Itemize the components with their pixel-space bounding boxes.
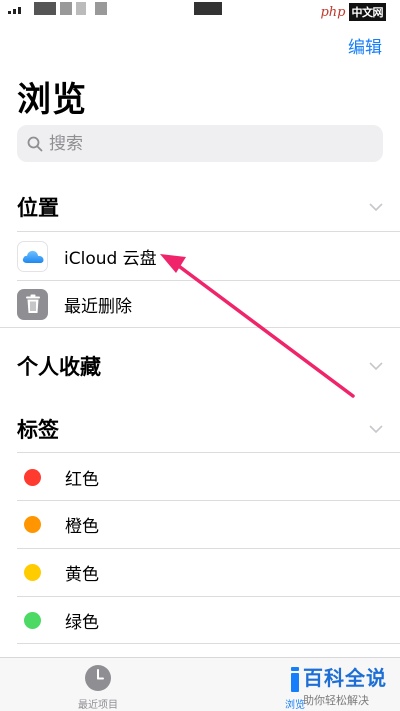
icloud-icon <box>17 240 48 272</box>
section-header-favorites[interactable]: 个人收藏 <box>17 343 383 389</box>
chevron-down-icon[interactable] <box>369 200 383 214</box>
watermark-php: php 中文网 <box>320 0 386 24</box>
blurred-carrier <box>95 2 107 15</box>
tab-recents[interactable]: 最近项目 <box>78 664 118 711</box>
list-item-label: 最近删除 <box>64 296 132 317</box>
tag-color-dot <box>24 563 41 581</box>
tag-item-green[interactable]: 绿色 <box>17 596 400 644</box>
tab-label: 浏览 <box>285 700 305 711</box>
watermark-title: 百科全说 <box>303 666 387 690</box>
search-input[interactable] <box>49 133 349 154</box>
list-item-label: iCloud 云盘 <box>64 248 157 269</box>
tag-color-dot <box>24 468 41 486</box>
watermark-baike: 百科全说 助你轻松解决 <box>303 662 387 708</box>
section-title-favorites: 个人收藏 <box>17 355 101 379</box>
tab-label: 最近项目 <box>78 700 118 711</box>
tag-label: 绿色 <box>65 612 99 633</box>
tag-item-red[interactable]: 红色 <box>17 453 400 501</box>
clock-icon <box>85 665 111 691</box>
tab-browse[interactable]: 浏览 <box>285 664 305 711</box>
trash-icon <box>17 288 48 320</box>
list-item-recently-deleted[interactable]: 最近删除 <box>17 280 400 328</box>
divider <box>17 643 400 644</box>
section-header-tags[interactable]: 标签 <box>17 406 383 452</box>
page-title: 浏览 <box>17 80 87 120</box>
chevron-down-icon[interactable] <box>369 359 383 373</box>
tag-label: 红色 <box>65 469 99 490</box>
signal-strength-icon <box>8 7 21 14</box>
blurred-carrier <box>76 2 86 15</box>
list-item-icloud-drive[interactable]: iCloud 云盘 <box>17 232 400 280</box>
tag-label: 橙色 <box>65 516 99 537</box>
tag-item-orange[interactable]: 橙色 <box>17 500 400 548</box>
edit-button[interactable]: 编辑 <box>348 33 382 58</box>
folder-icon <box>291 667 299 692</box>
blurred-carrier <box>34 2 56 15</box>
section-title-locations: 位置 <box>17 196 59 220</box>
tag-item-yellow[interactable]: 黄色 <box>17 548 400 596</box>
chevron-down-icon[interactable] <box>369 422 383 436</box>
blurred-time <box>194 2 222 15</box>
watermark-php-text: php <box>320 4 346 20</box>
divider <box>0 327 400 328</box>
tag-label: 黄色 <box>65 564 99 585</box>
section-title-tags: 标签 <box>17 418 59 442</box>
watermark-subtitle: 助你轻松解决 <box>303 694 369 707</box>
tag-color-dot <box>24 611 41 629</box>
watermark-php-cn: 中文网 <box>348 3 386 21</box>
section-header-locations[interactable]: 位置 <box>17 184 383 230</box>
blurred-carrier <box>60 2 72 15</box>
tag-color-dot <box>24 515 41 533</box>
search-bar[interactable] <box>17 125 383 162</box>
search-icon <box>27 136 43 151</box>
